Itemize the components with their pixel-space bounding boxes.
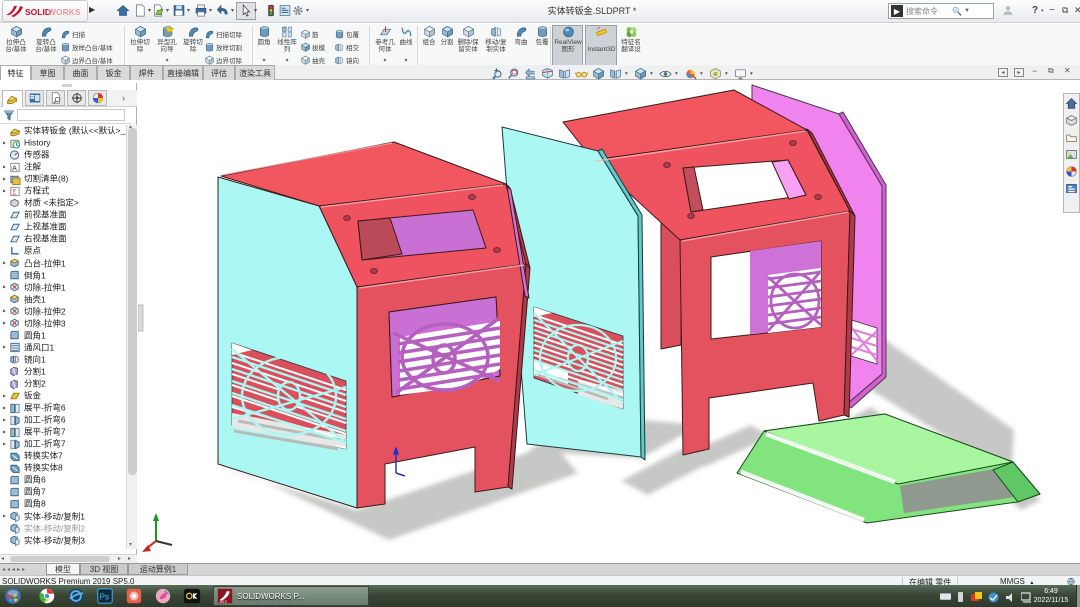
svg-text:Ps: Ps bbox=[100, 593, 109, 602]
svg-text:Σ: Σ bbox=[12, 187, 16, 196]
svg-text:2019: 2019 bbox=[219, 600, 226, 604]
svg-text:WORKS: WORKS bbox=[48, 7, 81, 17]
svg-text:A: A bbox=[12, 163, 17, 172]
